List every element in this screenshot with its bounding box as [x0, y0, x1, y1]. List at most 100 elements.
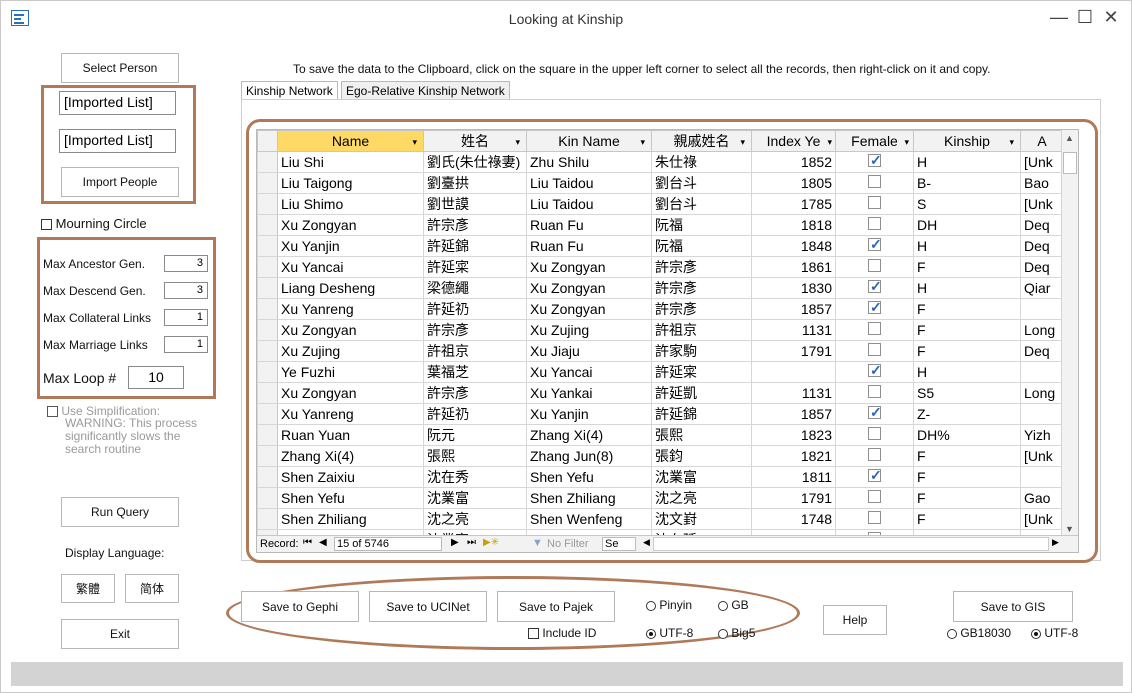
row-selector[interactable] [257, 298, 278, 320]
utf8-gis-radio[interactable] [1031, 628, 1041, 639]
cell-a[interactable]: Bao [1020, 172, 1064, 194]
cell-kin-name[interactable]: Zhang Xi(4) [526, 424, 652, 446]
cell-index-year[interactable]: 1823 [751, 424, 836, 446]
table-row[interactable]: Xu Yanreng許延礽Xu Yanjin許延錦1857 Z- [257, 403, 1064, 425]
cell-a[interactable]: [Unk [1020, 193, 1064, 215]
cell-kin-name[interactable]: Xu Zujing [526, 319, 652, 341]
cell-kinship[interactable]: S [913, 193, 1021, 215]
cell-index-year[interactable]: 1857 [751, 403, 836, 425]
cell-kin-name[interactable]: Shen Zhiliang [526, 487, 652, 509]
cell-female[interactable] [835, 487, 914, 509]
cell-kin-xingming[interactable]: 許祖京 [651, 319, 752, 341]
cell-xingming[interactable]: 沈業富 [423, 487, 527, 509]
table-row[interactable]: Xu Yanreng許延礽Xu Zongyan許宗彥1857 F [257, 298, 1064, 320]
table-row[interactable]: Liang Desheng梁德繩Xu Zongyan許宗彥1830 HQiar [257, 277, 1064, 299]
vertical-scrollbar[interactable]: ▲ ▼ [1061, 130, 1078, 537]
female-checkbox[interactable] [868, 279, 882, 295]
cell-name[interactable]: Shen Yefu [277, 487, 424, 509]
cell-xingming[interactable]: 許宗彥 [423, 382, 527, 404]
cell-xingming[interactable]: 許延礽 [423, 403, 527, 425]
table-row[interactable]: Xu Zongyan 許宗彥 Xu Zujing 許祖京 1131 F Long [257, 319, 1064, 341]
cell-name[interactable]: Xu Yanreng [277, 298, 424, 320]
gb-radio[interactable] [718, 600, 728, 611]
cell-kin-name[interactable]: Shen Wenfeng [526, 508, 652, 530]
cell-index-year[interactable]: 1830 [751, 277, 836, 299]
filter-dropdown-icon[interactable]: ▾ [740, 137, 745, 148]
run-query-button[interactable]: Run Query [61, 497, 179, 527]
cell-name[interactable]: Xu Zongyan [277, 214, 424, 236]
close-icon[interactable]: ✕ [1099, 7, 1123, 28]
cell-a[interactable]: [Unk [1020, 508, 1064, 530]
cell-xingming[interactable]: 許延錦 [423, 235, 527, 257]
cell-index-year[interactable] [751, 361, 836, 383]
select-all-square[interactable] [257, 130, 278, 152]
first-record-icon[interactable]: ⏮ [303, 537, 312, 548]
cell-kinship[interactable]: F [913, 319, 1021, 341]
include-id-option[interactable]: Include ID [528, 626, 596, 640]
cell-female[interactable] [835, 256, 914, 278]
cell-name[interactable]: Xu Zongyan [277, 382, 424, 404]
cell-kin-name[interactable]: Xu Jiaju [526, 340, 652, 362]
row-selector[interactable] [257, 151, 278, 173]
select-person-button[interactable]: Select Person [61, 53, 179, 83]
cell-female[interactable] [835, 172, 914, 194]
row-selector[interactable] [257, 340, 278, 362]
utf8-gis-option[interactable]: UTF-8 [1031, 626, 1078, 640]
cell-female[interactable] [835, 151, 914, 173]
new-record-icon[interactable]: ▶✳ [483, 537, 499, 548]
cell-kinship[interactable]: H [913, 151, 1021, 173]
imported-list-field-1[interactable]: [Imported List] [59, 91, 176, 115]
row-selector[interactable] [257, 172, 278, 194]
max-descend-field[interactable]: 3 [164, 282, 208, 299]
gb18030-radio[interactable] [947, 628, 957, 639]
cell-name[interactable]: Xu Zujing [277, 340, 424, 362]
cell-kin-xingming[interactable]: 許宗彥 [651, 298, 752, 320]
cell-kinship[interactable]: F [913, 340, 1021, 362]
simplification-checkbox[interactable] [47, 406, 58, 418]
cell-kinship[interactable]: H [913, 235, 1021, 257]
scroll-left-icon[interactable]: ◀ [643, 537, 650, 548]
utf8-radio[interactable] [646, 628, 656, 639]
cell-xingming[interactable]: 張熙 [423, 445, 527, 467]
save-to-gephi-button[interactable]: Save to Gephi [241, 591, 359, 622]
scroll-right-icon[interactable]: ▶ [1052, 537, 1059, 548]
cell-female[interactable] [835, 466, 914, 488]
cell-a[interactable] [1020, 403, 1064, 425]
save-to-gis-button[interactable]: Save to GIS [953, 591, 1073, 622]
filter-dropdown-icon[interactable]: ▾ [1009, 137, 1014, 148]
minimize-icon[interactable]: — [1047, 7, 1071, 28]
female-checkbox[interactable] [868, 448, 881, 461]
cell-female[interactable] [835, 424, 914, 446]
cell-female[interactable] [835, 319, 914, 341]
row-selector[interactable] [257, 277, 278, 299]
scroll-up-icon[interactable]: ▲ [1065, 133, 1074, 143]
cell-kin-name[interactable]: Shen Yefu [526, 466, 652, 488]
cell-a[interactable]: Gao [1020, 487, 1064, 509]
cell-index-year[interactable]: 1857 [751, 298, 836, 320]
mourning-circle-checkbox[interactable] [41, 219, 52, 231]
no-filter-label[interactable]: No Filter [547, 538, 589, 550]
table-row[interactable]: Xu Yanjin許延錦Ruan Fu阮福1848 HDeq [257, 235, 1064, 257]
cell-kin-xingming[interactable]: 劉台斗 [651, 193, 752, 215]
cell-female[interactable] [835, 508, 914, 530]
column-header-name[interactable]: Name ▾ [277, 130, 424, 152]
table-row[interactable]: Ruan Yuan 阮元 Zhang Xi(4) 張熙 1823 DH% Yizh [257, 424, 1064, 446]
row-selector[interactable] [257, 235, 278, 257]
cell-kinship[interactable]: F [913, 445, 1021, 467]
cell-xingming[interactable]: 劉臺拱 [423, 172, 527, 194]
cell-female[interactable] [835, 214, 914, 236]
row-selector[interactable] [257, 466, 278, 488]
cell-kin-name[interactable]: Liu Taidou [526, 172, 652, 194]
female-checkbox[interactable] [868, 196, 881, 209]
female-checkbox[interactable] [868, 468, 882, 484]
utf8-option[interactable]: UTF-8 [646, 626, 693, 640]
table-row[interactable]: Zhang Xi(4) 張熙 Zhang Jun(8) 張鈞 1821 F [Unk [257, 445, 1064, 467]
max-loop-field[interactable]: 10 [128, 366, 184, 389]
table-row[interactable]: Xu Zongyan 許宗彥 Ruan Fu 阮福 1818 DH Deq [257, 214, 1064, 236]
cell-female[interactable] [835, 382, 914, 404]
female-checkbox[interactable] [868, 237, 882, 253]
cell-kin-name[interactable]: Xu Zongyan [526, 298, 652, 320]
cell-index-year[interactable]: 1861 [751, 256, 836, 278]
cell-kin-xingming[interactable]: 許延錦 [651, 403, 752, 425]
filter-dropdown-icon[interactable]: ▾ [904, 137, 909, 148]
